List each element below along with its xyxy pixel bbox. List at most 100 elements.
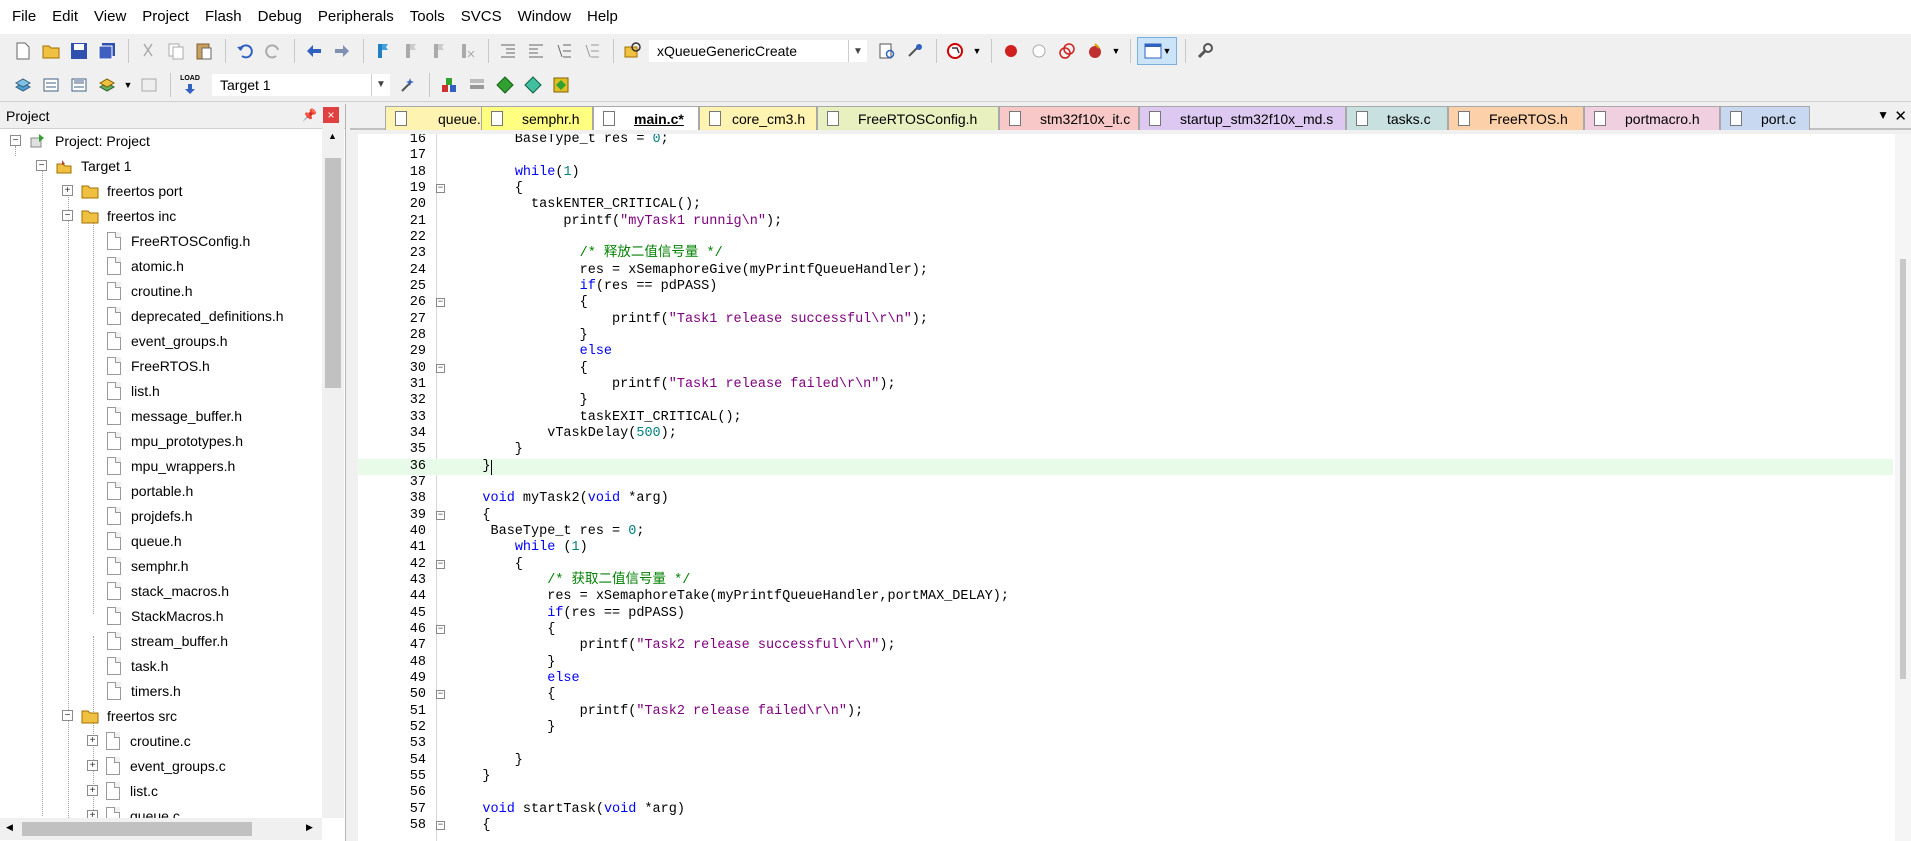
code-line[interactable]: 30− { xyxy=(358,361,1893,377)
tab-startup-s[interactable]: startup_stm32f10x_md.s xyxy=(1139,106,1346,130)
tree-file[interactable]: message_buffer.h xyxy=(107,403,242,428)
code-line[interactable]: 55 } xyxy=(358,769,1893,785)
chevron-down-icon[interactable]: ▼ xyxy=(122,72,134,98)
scroll-left-icon[interactable]: ◀ xyxy=(6,822,13,833)
code-line[interactable]: 17 xyxy=(358,148,1893,164)
redo-icon[interactable] xyxy=(260,38,286,64)
menu-view[interactable]: View xyxy=(86,0,134,34)
menu-peripherals[interactable]: Peripherals xyxy=(310,0,402,34)
tree-file[interactable]: projdefs.h xyxy=(107,503,192,528)
code-line[interactable]: 46− { xyxy=(358,622,1893,638)
window-layout-icon[interactable]: ▼ xyxy=(1137,37,1177,65)
bookmark-icon[interactable] xyxy=(370,38,396,64)
scrollbar-thumb[interactable] xyxy=(325,158,341,388)
tree-file[interactable]: + queue.c xyxy=(87,803,180,818)
bookmark-clear-icon[interactable] xyxy=(454,38,480,64)
file-extensions-icon[interactable] xyxy=(464,72,490,98)
breakpoint-enable-icon[interactable] xyxy=(1026,38,1052,64)
tree-file[interactable]: semphr.h xyxy=(107,553,189,578)
unindent-icon[interactable] xyxy=(523,38,549,64)
code-line[interactable]: 18 while(1) xyxy=(358,165,1893,181)
options-for-target-icon[interactable] xyxy=(395,72,421,98)
scrollbar-thumb[interactable] xyxy=(22,822,252,836)
tree-file[interactable]: StackMacros.h xyxy=(107,603,224,628)
menu-project[interactable]: Project xyxy=(134,0,197,34)
code-line[interactable]: 41 while (1) xyxy=(358,540,1893,556)
code-line[interactable]: 43 /* 获取二值信号量 */ xyxy=(358,573,1893,589)
save-icon[interactable] xyxy=(66,38,92,64)
menu-edit[interactable]: Edit xyxy=(44,0,86,34)
tree-file[interactable]: deprecated_definitions.h xyxy=(107,303,284,328)
menu-file[interactable]: File xyxy=(4,0,44,34)
batch-build-icon[interactable] xyxy=(94,72,120,98)
fold-toggle-icon[interactable]: − xyxy=(436,624,445,634)
tree-file[interactable]: atomic.h xyxy=(107,253,184,278)
tab-semphr-h[interactable]: semphr.h xyxy=(481,106,593,130)
code-line[interactable]: 42− { xyxy=(358,557,1893,573)
code-line[interactable]: 53 xyxy=(358,736,1893,752)
select-packs-icon[interactable] xyxy=(520,72,546,98)
tree-folder-src[interactable]: − freertos src xyxy=(62,703,177,728)
build-icon[interactable] xyxy=(38,72,64,98)
code-line[interactable]: 58− { xyxy=(358,818,1893,834)
fold-toggle-icon[interactable]: − xyxy=(436,363,445,373)
code-line[interactable]: 32 } xyxy=(358,393,1893,409)
fold-toggle-icon[interactable]: − xyxy=(436,510,445,520)
tree-file[interactable]: croutine.h xyxy=(107,278,192,303)
stop-build-icon[interactable] xyxy=(136,72,162,98)
tab-list-dropdown-icon[interactable]: ▼ xyxy=(1877,108,1889,122)
code-line[interactable]: 47 printf("Task2 release successful\r\n"… xyxy=(358,638,1893,654)
rebuild-icon[interactable] xyxy=(66,72,92,98)
fold-toggle-icon[interactable]: − xyxy=(436,690,445,700)
chevron-down-icon[interactable]: ▼ xyxy=(971,38,983,64)
code-editor[interactable]: 16 BaseType_t res = 0; 17 18 while(1) 19− {… xyxy=(358,134,1911,841)
tree-file[interactable]: FreeRTOS.h xyxy=(107,353,210,378)
chevron-down-icon[interactable]: ▼ xyxy=(848,40,867,62)
menu-debug[interactable]: Debug xyxy=(250,0,310,34)
tree-file[interactable]: stream_buffer.h xyxy=(107,628,228,653)
cut-icon[interactable] xyxy=(135,38,161,64)
run-time-environment-icon[interactable] xyxy=(548,72,574,98)
nav-back-icon[interactable] xyxy=(301,38,327,64)
close-icon[interactable]: ✕ xyxy=(1894,107,1907,125)
tree-file[interactable]: + croutine.c xyxy=(87,728,191,753)
code-line[interactable]: 24 res = xSemaphoreGive(myPrintfQueueHan… xyxy=(358,263,1893,279)
code-line[interactable]: 49 else xyxy=(358,671,1893,687)
code-line[interactable]: 36 } xyxy=(358,458,1893,475)
debug-session-icon[interactable] xyxy=(943,38,969,64)
menu-help[interactable]: Help xyxy=(579,0,626,34)
code-line[interactable]: 44 res = xSemaphoreTake(myPrintfQueueHan… xyxy=(358,589,1893,605)
fold-toggle-icon[interactable]: − xyxy=(436,559,445,569)
expand-icon[interactable]: + xyxy=(87,785,98,796)
fold-toggle-icon[interactable]: − xyxy=(436,820,445,830)
find-combo[interactable]: xQueueGenericCreate ▼ xyxy=(648,39,868,63)
menu-flash[interactable]: Flash xyxy=(197,0,250,34)
tree-horizontal-scrollbar[interactable]: ◀ ▶ xyxy=(0,818,322,840)
code-line[interactable]: 27 printf("Task1 release successful\r\n"… xyxy=(358,312,1893,328)
code-line[interactable]: 56 xyxy=(358,785,1893,801)
code-line[interactable]: 40 BaseType_t res = 0; xyxy=(358,524,1893,540)
scroll-up-icon[interactable]: ▲ xyxy=(328,131,337,141)
expand-icon[interactable]: + xyxy=(62,185,73,196)
collapse-icon[interactable]: − xyxy=(62,710,73,721)
code-line[interactable]: 50− { xyxy=(358,687,1893,703)
code-line[interactable]: 45 if(res == pdPASS) xyxy=(358,606,1893,622)
tab-core-cm3-h[interactable]: core_cm3.h xyxy=(699,106,817,130)
tab-stm32f10x-it-c[interactable]: stm32f10x_it.c xyxy=(999,106,1139,130)
code-line[interactable]: 52 } xyxy=(358,720,1893,736)
close-icon[interactable]: × xyxy=(323,107,339,123)
tab-portmacro-h[interactable]: portmacro.h xyxy=(1584,106,1720,130)
tab-freertos-h[interactable]: FreeRTOS.h xyxy=(1448,106,1584,130)
tree-file[interactable]: list.h xyxy=(107,378,160,403)
find-icon[interactable] xyxy=(874,38,900,64)
paste-icon[interactable] xyxy=(191,38,217,64)
find-in-files-icon[interactable] xyxy=(620,38,646,64)
pin-icon[interactable]: 📌 xyxy=(302,108,317,122)
tree-file[interactable]: mpu_wrappers.h xyxy=(107,453,235,478)
expand-icon[interactable]: + xyxy=(87,735,98,746)
tab-main-c[interactable]: main.c* xyxy=(593,106,699,130)
editor-vertical-scrollbar[interactable] xyxy=(1895,134,1911,841)
code-line[interactable]: 21 printf("myTask1 runnig\n"); xyxy=(358,214,1893,230)
nav-forward-icon[interactable] xyxy=(329,38,355,64)
code-line[interactable]: 31 printf("Task1 release failed\r\n"); xyxy=(358,377,1893,393)
